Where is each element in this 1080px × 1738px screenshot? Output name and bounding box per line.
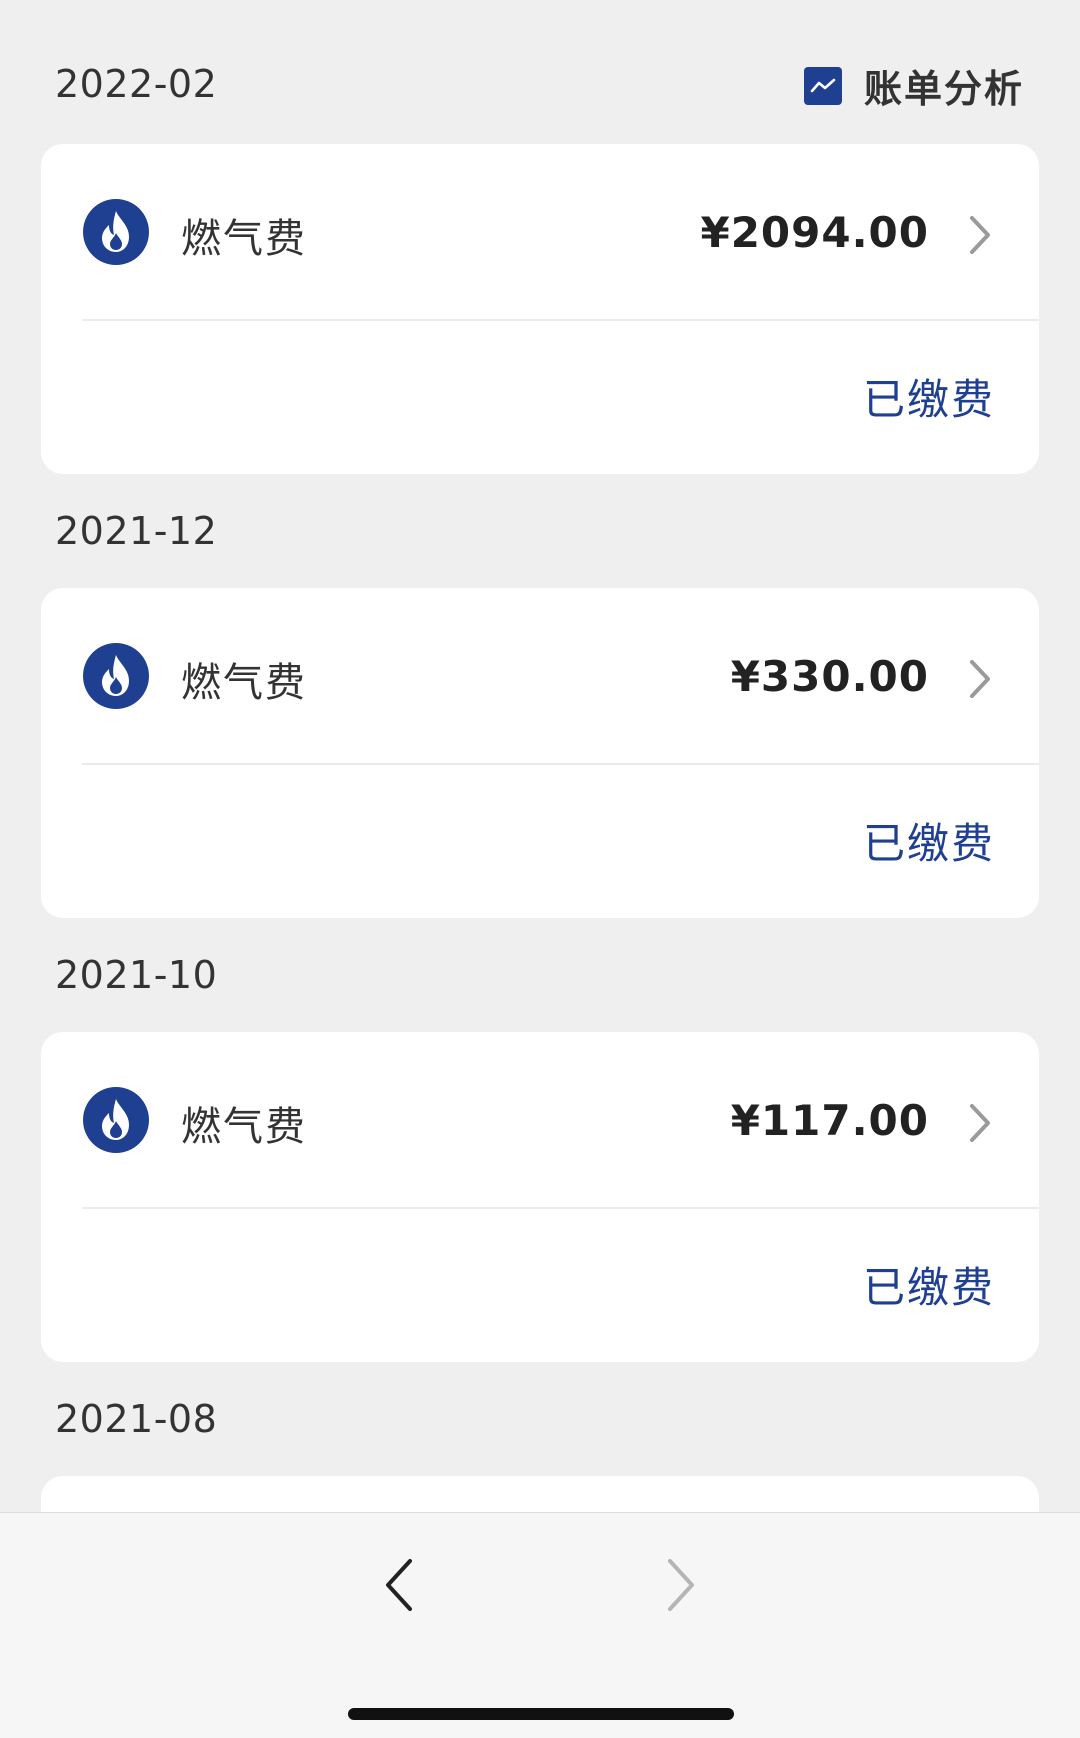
month-header: 2021-08	[55, 1397, 218, 1441]
payment-status: 已缴费	[862, 1263, 995, 1312]
bill-list[interactable]: 2022-02 账单分析 燃气费 ¥2094.00 已缴费 2021-12 燃气…	[0, 0, 1080, 1512]
bill-list-screen: 2022-02 账单分析 燃气费 ¥2094.00 已缴费 2021-12 燃气…	[0, 0, 1080, 1738]
bill-name: 燃气费	[181, 216, 307, 262]
divider	[82, 319, 1039, 321]
bill-name: 燃气费	[181, 1104, 307, 1150]
browser-bottom-bar	[0, 1512, 1080, 1738]
trend-chart-icon	[803, 66, 842, 105]
bill-analysis-label: 账单分析	[863, 67, 1024, 111]
month-header: 2021-10	[55, 953, 218, 997]
home-indicator[interactable]	[348, 1708, 734, 1720]
chevron-right-icon	[668, 1559, 694, 1611]
flame-icon	[83, 643, 149, 709]
chevron-left-icon[interactable]	[380, 1555, 420, 1615]
bill-card: 燃气费 ¥117.00 已缴费	[41, 1032, 1039, 1362]
bill-card: 燃气费 ¥2094.00 已缴费	[41, 144, 1039, 474]
bill-row[interactable]: 燃气费 ¥117.00	[41, 1032, 1039, 1208]
bill-card[interactable]	[41, 1476, 1039, 1512]
payment-status: 已缴费	[862, 375, 995, 424]
month-header: 2021-12	[55, 509, 218, 553]
flame-icon	[83, 1087, 149, 1153]
chevron-right-icon	[970, 660, 990, 698]
bill-card: 燃气费 ¥330.00 已缴费	[41, 588, 1039, 918]
bill-amount: ¥330.00	[730, 652, 929, 701]
chevron-right-icon	[970, 1104, 990, 1142]
bill-amount: ¥2094.00	[700, 208, 929, 257]
bill-row[interactable]: 燃气费 ¥330.00	[41, 588, 1039, 764]
bill-name: 燃气费	[181, 660, 307, 706]
chevron-right-icon	[970, 216, 990, 254]
flame-icon	[83, 199, 149, 265]
divider	[82, 1207, 1039, 1209]
month-header: 2022-02	[55, 62, 218, 106]
payment-status: 已缴费	[862, 819, 995, 868]
bill-row[interactable]: 燃气费 ¥2094.00	[41, 144, 1039, 320]
bill-analysis-button[interactable]: 账单分析	[803, 58, 1024, 113]
divider	[82, 763, 1039, 765]
bill-amount: ¥117.00	[730, 1096, 929, 1145]
